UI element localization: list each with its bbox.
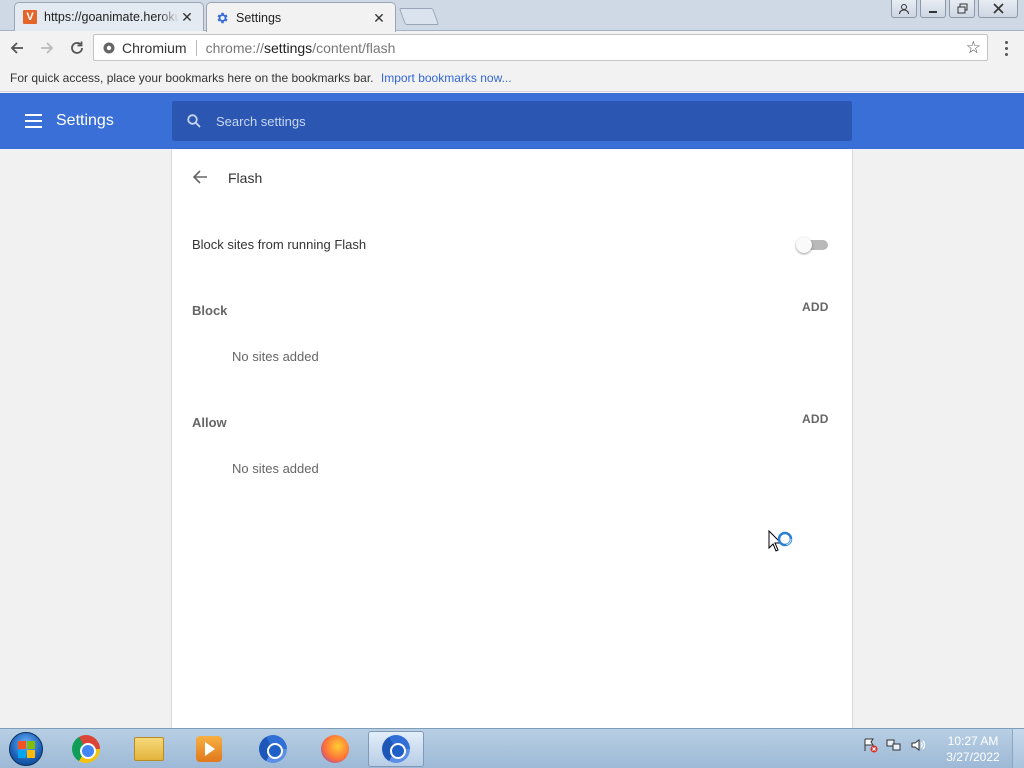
- tab-goanimate[interactable]: V https://goanimate.herokuapp.com ✕: [14, 2, 204, 31]
- clock-time: 10:27 AM: [947, 734, 999, 748]
- taskbar-firefox[interactable]: [307, 731, 363, 767]
- chromium-icon: [382, 735, 410, 763]
- tab-title: https://goanimate.herokuapp.com: [44, 10, 179, 24]
- search-icon: [186, 113, 202, 129]
- address-bar[interactable]: Chromium chrome://settings/content/flash…: [93, 34, 988, 61]
- taskbar-chromium[interactable]: [245, 731, 301, 767]
- start-button[interactable]: [6, 731, 46, 767]
- windows-logo-icon: [9, 732, 43, 766]
- file-explorer-icon: [134, 737, 164, 761]
- site-label: Chromium: [122, 39, 187, 56]
- browser-toolbar: Chromium chrome://settings/content/flash…: [0, 31, 1024, 64]
- show-desktop-button[interactable]: [1012, 729, 1024, 768]
- firefox-icon: [321, 735, 349, 763]
- clock-date: 3/27/2022: [946, 750, 1000, 764]
- import-bookmarks-link[interactable]: Import bookmarks now...: [381, 71, 512, 85]
- taskbar-chromium-active[interactable]: [368, 731, 424, 767]
- reload-icon[interactable]: [64, 35, 90, 61]
- back-arrow-icon[interactable]: [190, 167, 210, 187]
- chrome-icon: [72, 735, 100, 763]
- block-empty-text: No sites added: [232, 349, 319, 364]
- bookmark-star-icon[interactable]: ☆: [966, 38, 981, 58]
- block-add-button[interactable]: ADD: [802, 300, 829, 314]
- close-window-button[interactable]: [978, 0, 1018, 18]
- bookmarks-bar: For quick access, place your bookmarks h…: [0, 64, 1024, 92]
- chromium-page-icon: [102, 41, 116, 55]
- network-icon[interactable]: [886, 737, 902, 753]
- volume-icon[interactable]: [910, 737, 926, 753]
- tab-close-icon[interactable]: ✕: [371, 10, 387, 26]
- taskbar-chrome[interactable]: [58, 731, 114, 767]
- menu-icon[interactable]: [25, 114, 42, 128]
- taskbar-explorer[interactable]: [121, 731, 177, 767]
- settings-header: Settings: [0, 93, 1024, 149]
- taskbar-media-player[interactable]: [181, 731, 237, 767]
- restore-button[interactable]: [949, 0, 975, 18]
- system-tray: [862, 737, 926, 753]
- tab-close-icon[interactable]: ✕: [179, 9, 195, 25]
- tab-settings[interactable]: Settings ✕: [206, 2, 396, 32]
- minimize-button[interactable]: [920, 0, 946, 18]
- allow-add-button[interactable]: ADD: [802, 412, 829, 426]
- gear-icon: [215, 11, 229, 25]
- omnibox-divider: [195, 39, 197, 56]
- settings-title: Settings: [56, 112, 114, 129]
- busy-cursor-icon: [768, 529, 796, 558]
- allow-section-label: Allow: [192, 415, 227, 430]
- window-controls: [891, 0, 1018, 18]
- flash-settings-card: Flash Block sites from running Flash Blo…: [172, 149, 852, 728]
- subpage-header: Flash: [172, 149, 852, 205]
- search-input[interactable]: [216, 113, 852, 129]
- media-player-icon: [196, 736, 222, 762]
- block-section-label: Block: [192, 303, 228, 318]
- goanimate-favicon-icon: V: [23, 10, 37, 24]
- tab-title: Settings: [236, 10, 282, 25]
- page-title: Flash: [228, 170, 263, 186]
- forward-icon[interactable]: [34, 35, 60, 61]
- block-flash-toggle[interactable]: [796, 237, 830, 253]
- tab-strip: V https://goanimate.herokuapp.com ✕ Sett…: [0, 0, 1024, 32]
- allow-empty-text: No sites added: [232, 461, 319, 476]
- search-settings-box[interactable]: [172, 101, 852, 141]
- taskbar-clock[interactable]: 10:27 AM 3/27/2022: [940, 733, 1006, 765]
- toggle-knob: [796, 237, 812, 253]
- windows-taskbar: 10:27 AM 3/27/2022: [0, 728, 1024, 768]
- new-tab-button[interactable]: [398, 8, 440, 25]
- bookmarks-hint: For quick access, place your bookmarks h…: [10, 71, 374, 85]
- browser-menu-icon[interactable]: [998, 37, 1014, 59]
- chromium-icon: [259, 735, 287, 763]
- action-center-flag-icon[interactable]: [862, 737, 878, 753]
- url-text: chrome://settings/content/flash: [205, 39, 396, 56]
- user-icon[interactable]: [891, 0, 917, 18]
- back-icon[interactable]: [4, 35, 30, 61]
- block-flash-label: Block sites from running Flash: [192, 237, 367, 252]
